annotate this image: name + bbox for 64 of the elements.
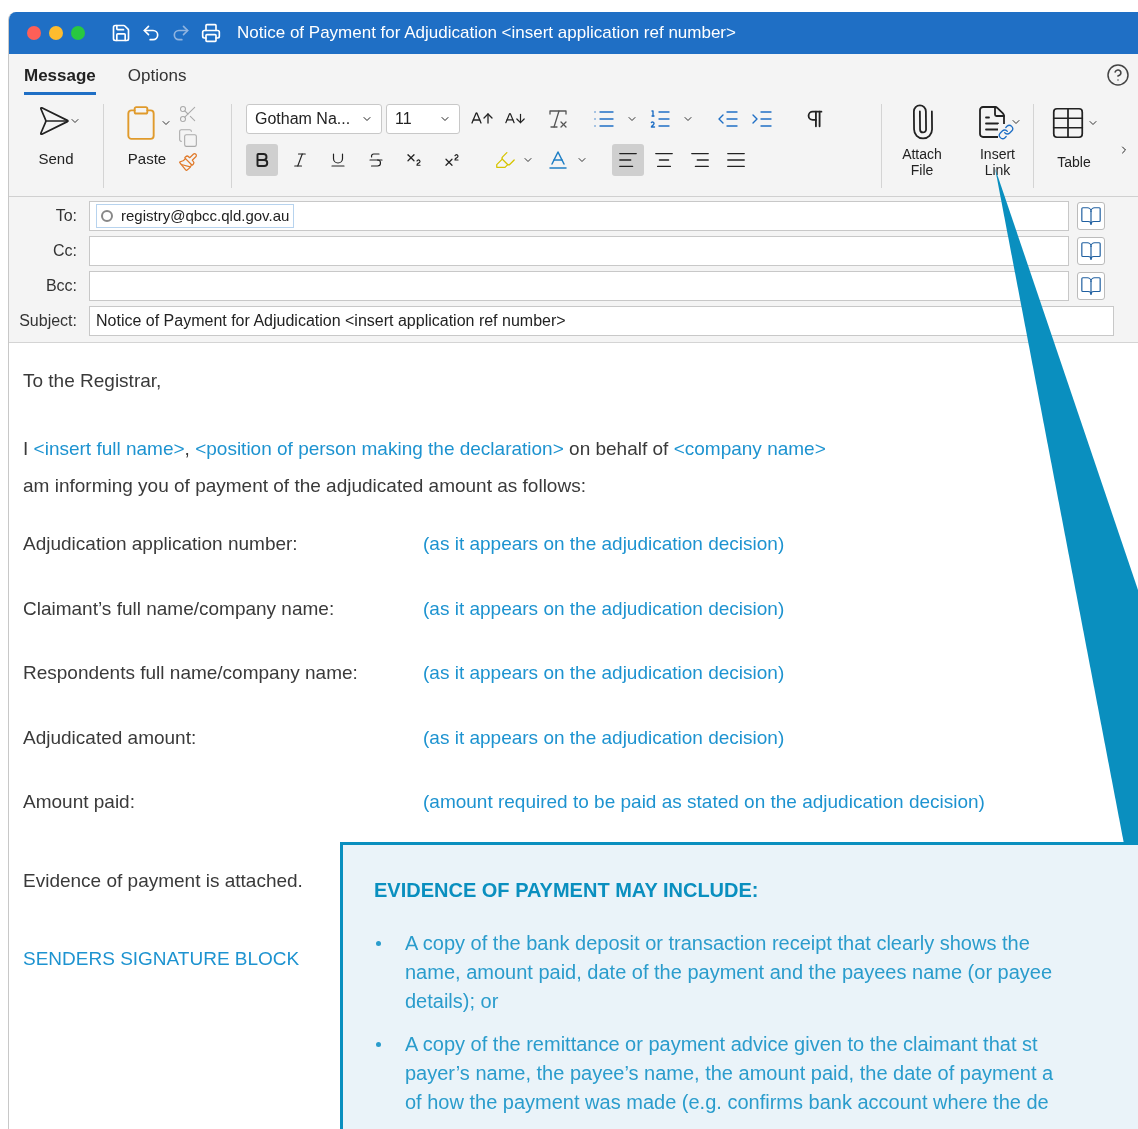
address-field[interactable]: registry@qbcc.qld.gov.au [89,201,1069,231]
font-name-field[interactable]: Gotham Na... [246,104,382,134]
address-field[interactable] [89,236,1069,266]
window-title: Notice of Payment for Adjudication <insert application ref number> [237,22,736,45]
cut-icon[interactable] [178,104,198,124]
bullet-text: A copy of the bank deposit or transaction receipt that clearly shows the name, amount paid, date of the payment and the payees name (or payee details); or [405,931,1053,1014]
detail-label: Adjudicated amount: [23,725,198,750]
minimize-button[interactable] [49,26,63,40]
superscript-icon [443,151,461,169]
bold-button[interactable] [246,144,278,176]
italic-icon [291,151,309,169]
copy-icon[interactable] [178,128,198,148]
recipient-chip[interactable]: registry@qbcc.qld.gov.au [96,203,295,229]
detail-label: Amount paid: [23,790,136,814]
format-painter-icon[interactable] [178,152,198,172]
send-button[interactable]: Send [9,104,104,188]
help-icon[interactable] [1106,63,1130,87]
detail-label: Claimant’s full name/company name: [23,596,336,621]
field-label: Subject: [18,311,78,331]
highlighter-icon[interactable] [494,149,516,171]
attach-file-button[interactable]: Attach File [882,104,962,178]
detail-value: (as it appears on the adjudication decision) [423,532,785,556]
link-icon [997,124,1014,140]
close-button[interactable] [27,26,41,40]
clear-formatting-icon[interactable] [546,107,570,131]
intro-text: am informing you of payment of the adjudicated amount as follows: [23,473,587,498]
detail-value: (as it appears on the adjudication decision) [423,661,785,685]
field-label: To: [54,206,78,226]
bullet-icon [376,941,381,946]
subject-field[interactable]: Notice of Payment for Adjudication <insert application ref number> [89,306,1114,336]
zoom-button[interactable] [71,26,85,40]
ribbon-tab[interactable]: Options [127,55,187,95]
paste-button[interactable]: Paste [122,104,172,171]
greeting-text: To the Registrar, [23,369,163,393]
detail-value: (as it appears on the adjudication decision) [423,725,785,750]
undo-icon[interactable] [141,23,161,43]
field-label: Bcc: [44,276,78,296]
numbered-list-icon[interactable] [648,107,672,131]
redo-icon[interactable] [171,23,191,43]
insert-link-button[interactable]: Insert Link [962,104,1034,188]
underline-icon [329,151,347,169]
subscript-icon [405,151,423,169]
evidence-text: Evidence of payment is attached. [23,868,303,893]
field-label: Cc: [52,241,78,261]
address-field[interactable] [89,271,1069,301]
font-color-icon[interactable] [546,148,570,172]
signature-text: SENDERS SIGNATURE BLOCK [23,947,300,971]
address-book-icon[interactable] [1077,237,1105,265]
printer-icon[interactable] [201,23,221,43]
align-left-button[interactable] [612,144,644,176]
detail-value: (as it appears on the adjudication decision) [423,596,785,621]
strike-icon [367,151,385,169]
detail-label: Respondents full name/company name: [23,661,359,685]
callout-title: EVIDENCE OF PAYMENT MAY INCLUDE: [374,878,760,903]
address-book-icon[interactable] [1077,202,1105,230]
ribbon-tab[interactable]: Message [24,55,96,95]
detail-label: Adjudication application number: [23,532,299,556]
font-size-field[interactable]: 11 [386,104,460,134]
bullet-icon [376,1042,381,1047]
save-icon[interactable] [111,23,131,43]
bullet-text: A copy of the remittance or payment advice given to the claimant that st payer’s name, the payee’s name, the amount paid, the date of payment a of how the payment was made (e.g. confirms bank account where the de [405,1032,1054,1115]
intro-text: I <insert full name>, <position of person making the declaration> on behalf of <company name> [23,437,827,461]
address-book-icon[interactable] [1077,272,1105,300]
detail-value: (amount required to be paid as stated on the adjudication decision) [423,790,985,814]
